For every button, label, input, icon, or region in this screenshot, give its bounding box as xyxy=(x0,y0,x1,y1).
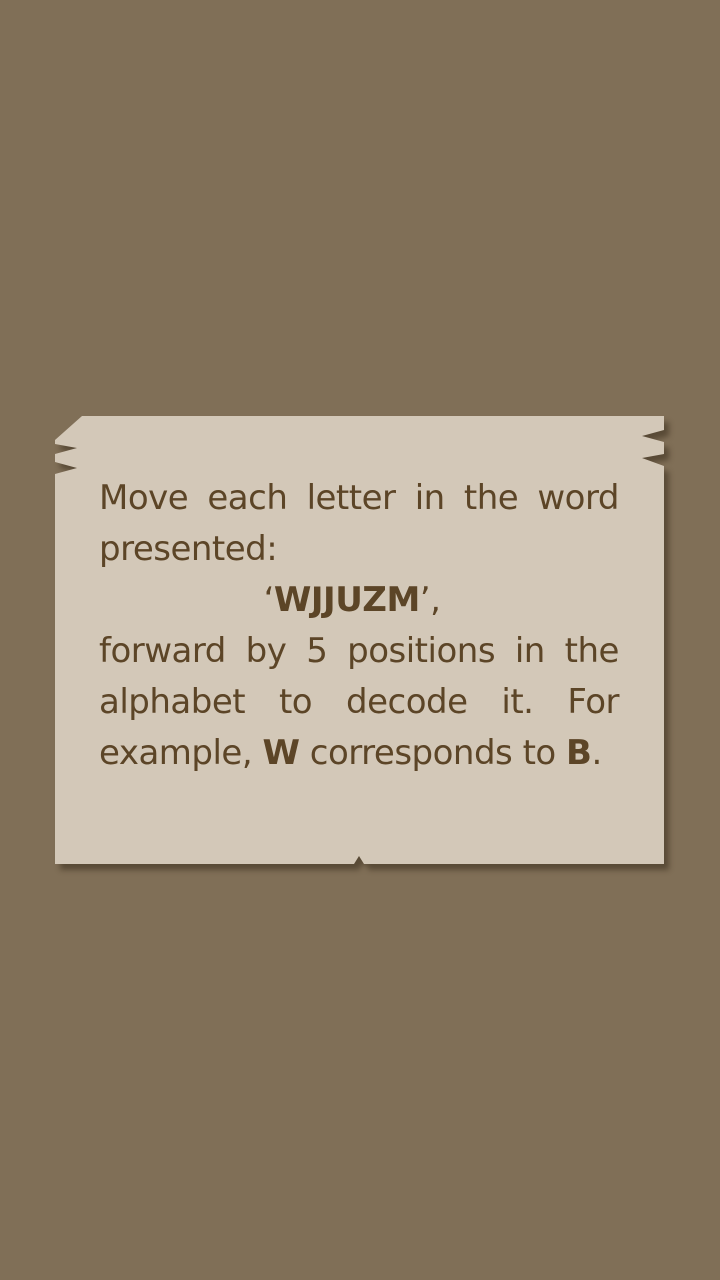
word: For xyxy=(567,682,619,722)
word: in xyxy=(414,478,446,518)
word: decode xyxy=(346,682,468,722)
word: by xyxy=(245,631,287,671)
encoded-word-line: ‘WJJUZM’, xyxy=(99,575,619,626)
word: the xyxy=(463,478,519,518)
example-line: example, W corresponds to B. xyxy=(99,728,619,779)
encoded-word: WJJUZM xyxy=(273,580,420,620)
instruction-line-5: alphabet to decode it. For xyxy=(99,677,619,728)
instruction-line-1: Move each letter in the word xyxy=(99,473,619,524)
word: Move xyxy=(99,478,189,518)
word: letter xyxy=(306,478,396,518)
instruction-line-2: presented: xyxy=(99,524,619,575)
word: to xyxy=(278,682,313,722)
open-quote: ‘ xyxy=(263,580,275,620)
word: the xyxy=(564,631,620,671)
example-to-letter: B xyxy=(566,733,592,773)
word: each xyxy=(207,478,288,518)
word: positions xyxy=(347,631,496,671)
word: it. xyxy=(501,682,534,722)
word: alphabet xyxy=(99,682,246,722)
close-quote: ’, xyxy=(419,580,441,620)
word: forward xyxy=(99,631,226,671)
word: word xyxy=(537,478,619,518)
example-middle: corresponds to xyxy=(309,733,556,773)
example-end: . xyxy=(591,733,602,773)
example-prefix: example, xyxy=(99,733,253,773)
puzzle-instructions: Move each letter in the word presented: … xyxy=(99,473,619,779)
shift-amount: 5 xyxy=(306,631,328,671)
instruction-line-4: forward by 5 positions in the xyxy=(99,626,619,677)
word: presented: xyxy=(99,529,278,569)
puzzle-card: Move each letter in the word presented: … xyxy=(52,416,666,866)
word: in xyxy=(514,631,546,671)
example-from-letter: W xyxy=(262,733,300,773)
